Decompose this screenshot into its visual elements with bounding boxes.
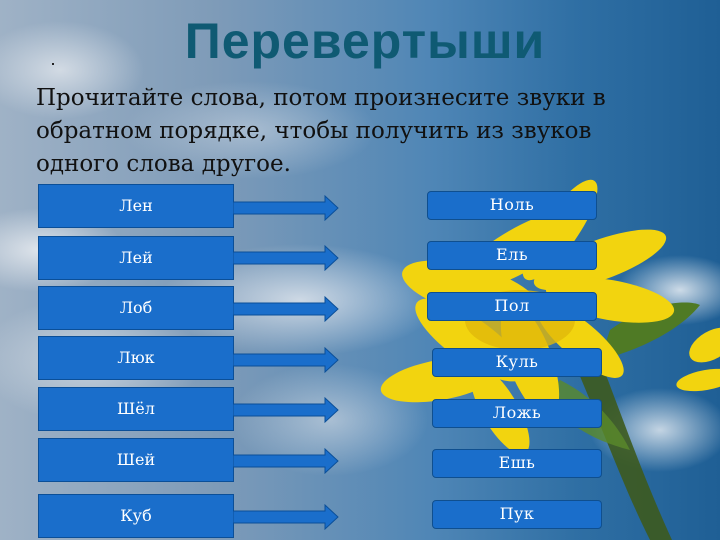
arrow-right-icon <box>233 504 339 530</box>
right-word-box[interactable]: Ешь <box>432 449 602 478</box>
left-word-box[interactable]: Куб <box>38 494 234 538</box>
right-word-box[interactable]: Ноль <box>427 191 597 220</box>
left-word-box[interactable]: Шёл <box>38 387 234 431</box>
right-word-box[interactable]: Куль <box>432 348 602 377</box>
left-word-box[interactable]: Лоб <box>38 286 234 330</box>
left-word-box[interactable]: Лен <box>38 184 234 228</box>
left-word-box[interactable]: Шей <box>38 438 234 482</box>
arrow-right-icon <box>233 448 339 474</box>
arrow-right-icon <box>233 397 339 423</box>
right-word-box[interactable]: Пол <box>427 292 597 321</box>
slide-title: Перевертыши <box>184 13 546 69</box>
left-word-box[interactable]: Лей <box>38 236 234 280</box>
right-word-box[interactable]: Ложь <box>432 399 602 428</box>
arrow-right-icon <box>233 245 339 271</box>
left-word-box[interactable]: Люк <box>38 336 234 380</box>
instruction-text: Прочитайте слова, потом произнесите звук… <box>36 85 606 177</box>
arrow-right-icon <box>233 296 339 322</box>
stray-dot <box>52 63 54 65</box>
arrow-right-icon <box>233 195 339 221</box>
right-word-box[interactable]: Пук <box>432 500 602 529</box>
right-word-box[interactable]: Ель <box>427 241 597 270</box>
arrow-right-icon <box>233 347 339 373</box>
